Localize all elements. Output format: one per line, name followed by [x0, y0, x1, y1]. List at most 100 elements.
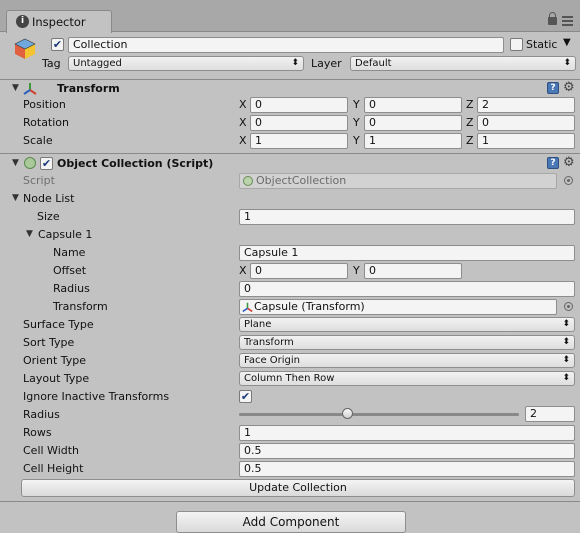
scale-x-field[interactable]: 1 — [250, 133, 348, 149]
axis-y-label: Y — [353, 116, 360, 129]
axis-x-label: X — [239, 264, 247, 277]
script-icon — [24, 157, 36, 169]
rotation-z-field[interactable]: 0 — [477, 115, 575, 131]
orient-type-value: Face Origin — [244, 355, 301, 366]
size-field[interactable]: 1 — [239, 209, 575, 225]
foldout-arrow-icon[interactable]: ▼ — [12, 83, 19, 93]
scale-z-field[interactable]: 1 — [477, 133, 575, 149]
node-name-field[interactable]: Capsule 1 — [239, 245, 575, 261]
gameobject-cube-icon — [14, 38, 36, 59]
divider — [0, 153, 580, 154]
axis-z-label: Z — [466, 98, 474, 111]
script-label: Script — [23, 174, 55, 187]
updown-arrow-icon: ⬍ — [562, 319, 570, 329]
axis-x-label: X — [239, 98, 247, 111]
axis-y-label: Y — [353, 98, 360, 111]
radius-label: Radius — [23, 408, 60, 421]
rows-field[interactable]: 1 — [239, 425, 575, 441]
rotation-y-field[interactable]: 0 — [364, 115, 462, 131]
static-checkbox[interactable]: ✔ — [510, 38, 523, 51]
cell-height-field[interactable]: 0.5 — [239, 461, 575, 477]
tag-value: Untagged — [73, 58, 122, 69]
tag-label: Tag — [42, 57, 61, 70]
help-book-icon[interactable]: ? — [547, 82, 559, 94]
node-list-label: Node List — [23, 192, 75, 205]
script-field: ObjectCollection — [239, 173, 557, 189]
gameobject-name-field[interactable]: Collection — [68, 37, 504, 53]
layer-dropdown[interactable]: Default ⬍ — [350, 56, 576, 71]
updown-arrow-icon: ⬍ — [562, 337, 570, 347]
ignore-inactive-checkbox[interactable]: ✔ — [239, 390, 252, 403]
gear-icon[interactable]: ⚙ — [563, 155, 575, 170]
component-enabled-checkbox[interactable]: ✔ — [40, 157, 53, 170]
offset-label: Offset — [53, 264, 87, 277]
sort-type-dropdown[interactable]: Transform ⬍ — [239, 335, 575, 350]
axis-x-label: X — [239, 134, 247, 147]
info-icon: i — [16, 15, 29, 28]
rows-label: Rows — [23, 426, 52, 439]
layer-label: Layer — [311, 57, 342, 70]
sort-type-label: Sort Type — [23, 336, 75, 349]
divider — [0, 501, 580, 502]
offset-x-field[interactable]: 0 — [250, 263, 348, 279]
static-label: Static — [526, 38, 558, 51]
tag-dropdown[interactable]: Untagged ⬍ — [68, 56, 304, 71]
ignore-inactive-label: Ignore Inactive Transforms — [23, 390, 170, 403]
script-value: ObjectCollection — [256, 174, 347, 187]
menu-icon[interactable] — [562, 16, 573, 26]
active-checkbox[interactable]: ✔ — [51, 38, 64, 51]
offset-y-field[interactable]: 0 — [364, 263, 462, 279]
rotation-x-field[interactable]: 0 — [250, 115, 348, 131]
lock-icon[interactable] — [548, 12, 557, 25]
node-list-foldout-icon[interactable]: ▼ — [12, 193, 19, 203]
axis-y-label: Y — [353, 134, 360, 147]
axis-y-label: Y — [353, 264, 360, 277]
gameobject-header: ✔ Collection ✔ Static ▼ Tag Untagged ⬍ L… — [0, 32, 580, 80]
node-transform-field[interactable]: Capsule (Transform) — [239, 299, 557, 315]
surface-type-dropdown[interactable]: Plane ⬍ — [239, 317, 575, 332]
transform-header[interactable]: ▼ Transform ? ⚙ — [0, 80, 580, 98]
position-x-field[interactable]: 0 — [250, 97, 348, 113]
name-label: Name — [53, 246, 86, 259]
scale-y-field[interactable]: 1 — [364, 133, 462, 149]
inspector-window: i Inspector ✔ Collection ✔ Static ▼ Tag … — [0, 0, 580, 533]
update-collection-button[interactable]: Update Collection — [21, 479, 575, 497]
node-radius-field[interactable]: 0 — [239, 281, 575, 297]
object-picker-icon[interactable] — [564, 176, 573, 185]
radius-value-field[interactable]: 2 — [525, 406, 575, 422]
layout-type-dropdown[interactable]: Column Then Row ⬍ — [239, 371, 575, 386]
updown-arrow-icon: ⬍ — [563, 58, 571, 68]
capsule-foldout-icon[interactable]: ▼ — [26, 229, 33, 239]
axis-z-label: Z — [466, 116, 474, 129]
object-picker-icon[interactable] — [564, 302, 573, 311]
radius-slider-knob[interactable] — [342, 408, 354, 419]
help-book-icon[interactable]: ? — [547, 157, 559, 169]
position-label: Position — [23, 98, 66, 111]
updown-arrow-icon: ⬍ — [562, 373, 570, 383]
transform-icon — [23, 83, 37, 95]
node-transform-value: Capsule (Transform) — [254, 300, 365, 313]
size-label: Size — [37, 210, 60, 223]
object-collection-header[interactable]: ▼ ✔ Object Collection (Script) ? ⚙ — [0, 155, 580, 173]
orient-type-label: Orient Type — [23, 354, 87, 367]
gear-icon[interactable]: ⚙ — [563, 80, 575, 95]
orient-type-dropdown[interactable]: Face Origin ⬍ — [239, 353, 575, 368]
position-y-field[interactable]: 0 — [364, 97, 462, 113]
transform-title: Transform — [57, 82, 120, 95]
node-transform-label: Transform — [53, 300, 108, 313]
cell-width-field[interactable]: 0.5 — [239, 443, 575, 459]
position-z-field[interactable]: 2 — [477, 97, 575, 113]
surface-type-value: Plane — [244, 319, 272, 330]
cell-height-label: Cell Height — [23, 462, 84, 475]
radius-slider-track[interactable] — [239, 413, 519, 416]
surface-type-label: Surface Type — [23, 318, 94, 331]
script-file-icon — [243, 176, 253, 186]
tab-bar: i Inspector — [0, 0, 580, 33]
layer-value: Default — [355, 58, 392, 69]
foldout-arrow-icon[interactable]: ▼ — [12, 158, 19, 168]
node-radius-label: Radius — [53, 282, 90, 295]
object-collection-title: Object Collection (Script) — [57, 157, 214, 170]
tab-inspector[interactable]: i Inspector — [6, 10, 112, 33]
updown-arrow-icon: ⬍ — [562, 355, 570, 365]
static-dropdown-icon[interactable]: ▼ — [563, 37, 571, 48]
